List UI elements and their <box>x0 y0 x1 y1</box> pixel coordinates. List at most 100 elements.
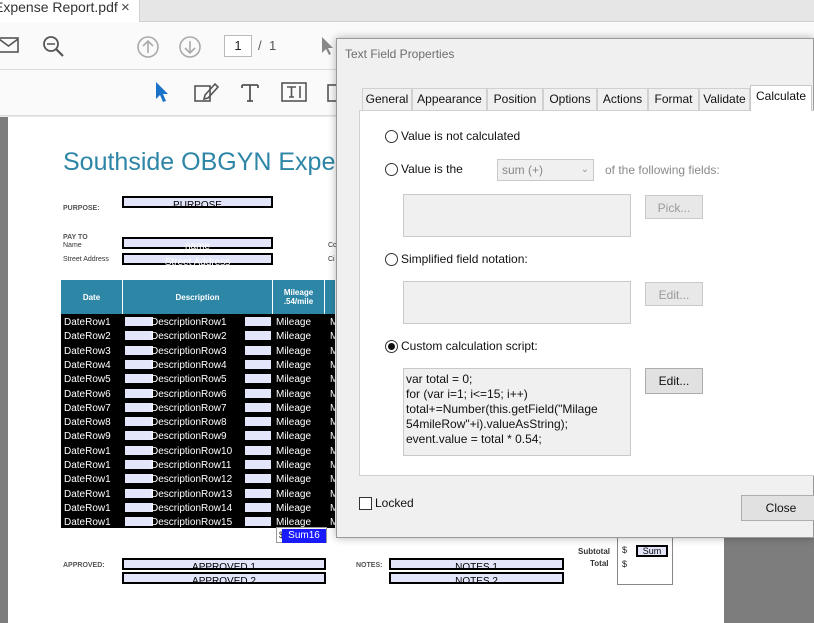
radio-value-is-the[interactable] <box>385 163 398 176</box>
table-cell-extra[interactable]: M <box>330 431 335 442</box>
table-cell-extra[interactable]: M <box>330 503 335 514</box>
table-cell-extra[interactable]: M <box>330 317 335 328</box>
table-cell-mileage[interactable]: Mileage <box>276 474 311 485</box>
previous-page-icon[interactable] <box>136 35 160 59</box>
table-cell-extra[interactable]: M <box>330 489 335 500</box>
street-field[interactable]: Street Address <box>122 253 273 268</box>
table-cell-mileage[interactable]: Mileage <box>276 360 311 371</box>
table-cell-mileage[interactable]: Mileage <box>276 374 311 385</box>
table-cell-mileage[interactable]: Mileage <box>276 446 311 457</box>
table-cell-date[interactable]: DateRow6 <box>64 389 111 400</box>
tab-appearance[interactable]: Appearance <box>412 88 487 110</box>
table-cell-extra[interactable]: M <box>330 417 335 428</box>
table-cell-date[interactable]: DateRow1 <box>64 517 111 528</box>
table-cell-extra[interactable]: M <box>330 460 335 471</box>
table-cell-desc[interactable]: DescriptionRow15 <box>151 517 232 528</box>
tab-validate[interactable]: Validate <box>699 88 750 110</box>
table-cell-desc[interactable]: DescriptionRow3 <box>151 346 227 357</box>
table-cell-date[interactable]: DateRow1 <box>64 489 111 500</box>
table-cell-extra[interactable]: M <box>330 474 335 485</box>
tab-format[interactable]: Format <box>648 88 699 110</box>
locked-checkbox[interactable] <box>359 497 372 510</box>
header-date: Date <box>61 280 123 314</box>
table-cell-date[interactable]: DateRow3 <box>64 346 111 357</box>
table-cell-mileage[interactable]: Mileage <box>276 331 311 342</box>
table-cell-date[interactable]: DateRow5 <box>64 374 111 385</box>
pick-button[interactable]: Pick... <box>645 195 703 219</box>
approved-2-field[interactable]: APPROVED 2 <box>122 572 326 587</box>
name-field[interactable]: name <box>122 237 273 252</box>
radio-not-calculated[interactable] <box>385 130 398 143</box>
table-cell-date[interactable]: DateRow1 <box>64 317 111 328</box>
purpose-field[interactable]: PURPOSE <box>122 196 273 211</box>
table-cell-mileage[interactable]: Mileage <box>276 503 311 514</box>
edit-custom-script-button[interactable]: Edit... <box>645 368 703 394</box>
table-cell-desc[interactable]: DescriptionRow8 <box>151 417 227 428</box>
table-cell-desc[interactable]: DescriptionRow13 <box>151 489 232 500</box>
select-object-icon[interactable] <box>154 81 170 103</box>
close-tab-icon[interactable]: × <box>121 0 130 16</box>
table-cell-date[interactable]: DateRow4 <box>64 360 111 371</box>
table-cell-mileage[interactable]: Mileage <box>276 489 311 500</box>
table-cell-extra[interactable]: M <box>330 517 335 528</box>
table-cell-mileage[interactable]: Mileage <box>276 431 311 442</box>
table-cell-extra[interactable]: M <box>330 331 335 342</box>
page-number-input[interactable]: 1 <box>224 35 252 57</box>
table-cell-desc[interactable]: DescriptionRow6 <box>151 389 227 400</box>
table-cell-desc[interactable]: DescriptionRow9 <box>151 431 227 442</box>
document-tab[interactable]: Expense Report.pdf × <box>0 0 140 22</box>
notes-2-field[interactable]: NOTES 2 <box>389 572 564 587</box>
text-tool-icon[interactable] <box>240 82 260 102</box>
table-cell-date[interactable]: DateRow1 <box>64 503 111 514</box>
tab-general[interactable]: General <box>362 88 412 110</box>
table-cell-mileage[interactable]: Mileage <box>276 417 311 428</box>
field-fill <box>245 388 271 398</box>
table-cell-extra[interactable]: M <box>330 346 335 357</box>
edit-form-icon[interactable] <box>193 81 219 105</box>
notes-1-field[interactable]: NOTES 1 <box>389 558 564 573</box>
table-cell-date[interactable]: DateRow8 <box>64 417 111 428</box>
table-cell-desc[interactable]: DescriptionRow11 <box>151 460 231 471</box>
select-cursor-icon[interactable] <box>320 36 334 56</box>
table-cell-desc[interactable]: DescriptionRow2 <box>151 331 227 342</box>
mail-icon[interactable] <box>0 36 20 54</box>
tab-actions[interactable]: Actions <box>597 88 648 110</box>
approved-1-field[interactable]: APPROVED 1 <box>122 558 326 573</box>
field-fill <box>125 431 153 441</box>
table-cell-date[interactable]: DateRow7 <box>64 403 111 414</box>
zoom-icon[interactable] <box>42 35 64 57</box>
table-cell-extra[interactable]: M <box>330 360 335 371</box>
table-cell-mileage[interactable]: Mileage <box>276 317 311 328</box>
table-cell-date[interactable]: DateRow1 <box>64 474 111 485</box>
radio-simplified[interactable] <box>385 253 398 266</box>
table-cell-date[interactable]: DateRow2 <box>64 331 111 342</box>
table-cell-mileage[interactable]: Mileage <box>276 389 311 400</box>
sum-field-selected[interactable]: Sum16 <box>282 529 326 543</box>
table-cell-extra[interactable]: M <box>330 446 335 457</box>
table-cell-desc[interactable]: DescriptionRow5 <box>151 374 227 385</box>
table-cell-mileage[interactable]: Mileage <box>276 460 311 471</box>
table-cell-extra[interactable]: M <box>330 389 335 400</box>
edit-simplified-button[interactable]: Edit... <box>645 282 703 306</box>
table-cell-desc[interactable]: DescriptionRow1 <box>151 317 227 328</box>
tab-position[interactable]: Position <box>487 88 543 110</box>
table-cell-extra[interactable]: M <box>330 374 335 385</box>
next-page-icon[interactable] <box>178 35 202 59</box>
radio-custom-script[interactable] <box>385 340 398 353</box>
table-cell-desc[interactable]: DescriptionRow4 <box>151 360 227 371</box>
table-cell-mileage[interactable]: Mileage <box>276 346 311 357</box>
table-cell-desc[interactable]: DescriptionRow14 <box>151 503 232 514</box>
table-cell-desc[interactable]: DescriptionRow7 <box>151 403 227 414</box>
table-cell-desc[interactable]: DescriptionRow10 <box>151 446 232 457</box>
table-cell-date[interactable]: DateRow1 <box>64 446 111 457</box>
subtotal-field[interactable]: Sum <box>636 545 668 557</box>
text-field-tool-icon[interactable] <box>281 81 307 103</box>
tab-calculate[interactable]: Calculate <box>750 85 812 111</box>
table-cell-extra[interactable]: M <box>330 403 335 414</box>
tab-options[interactable]: Options <box>543 88 597 110</box>
table-cell-date[interactable]: DateRow9 <box>64 431 111 442</box>
close-button[interactable]: Close <box>741 495 814 521</box>
table-cell-date[interactable]: DateRow1 <box>64 460 111 471</box>
table-cell-mileage[interactable]: Mileage <box>276 403 311 414</box>
table-cell-desc[interactable]: DescriptionRow12 <box>151 474 232 485</box>
